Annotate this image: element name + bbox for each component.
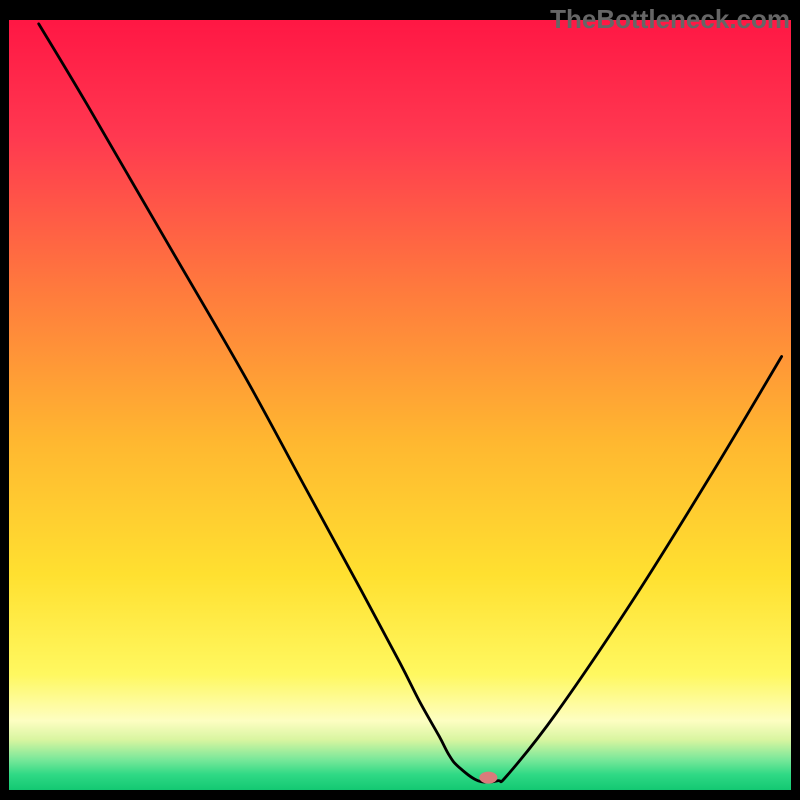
watermark-text: TheBottleneck.com xyxy=(550,4,790,35)
plot-area xyxy=(9,20,791,790)
bottleneck-chart: TheBottleneck.com xyxy=(0,0,800,800)
optimal-marker xyxy=(479,772,497,784)
chart-svg xyxy=(0,0,800,800)
